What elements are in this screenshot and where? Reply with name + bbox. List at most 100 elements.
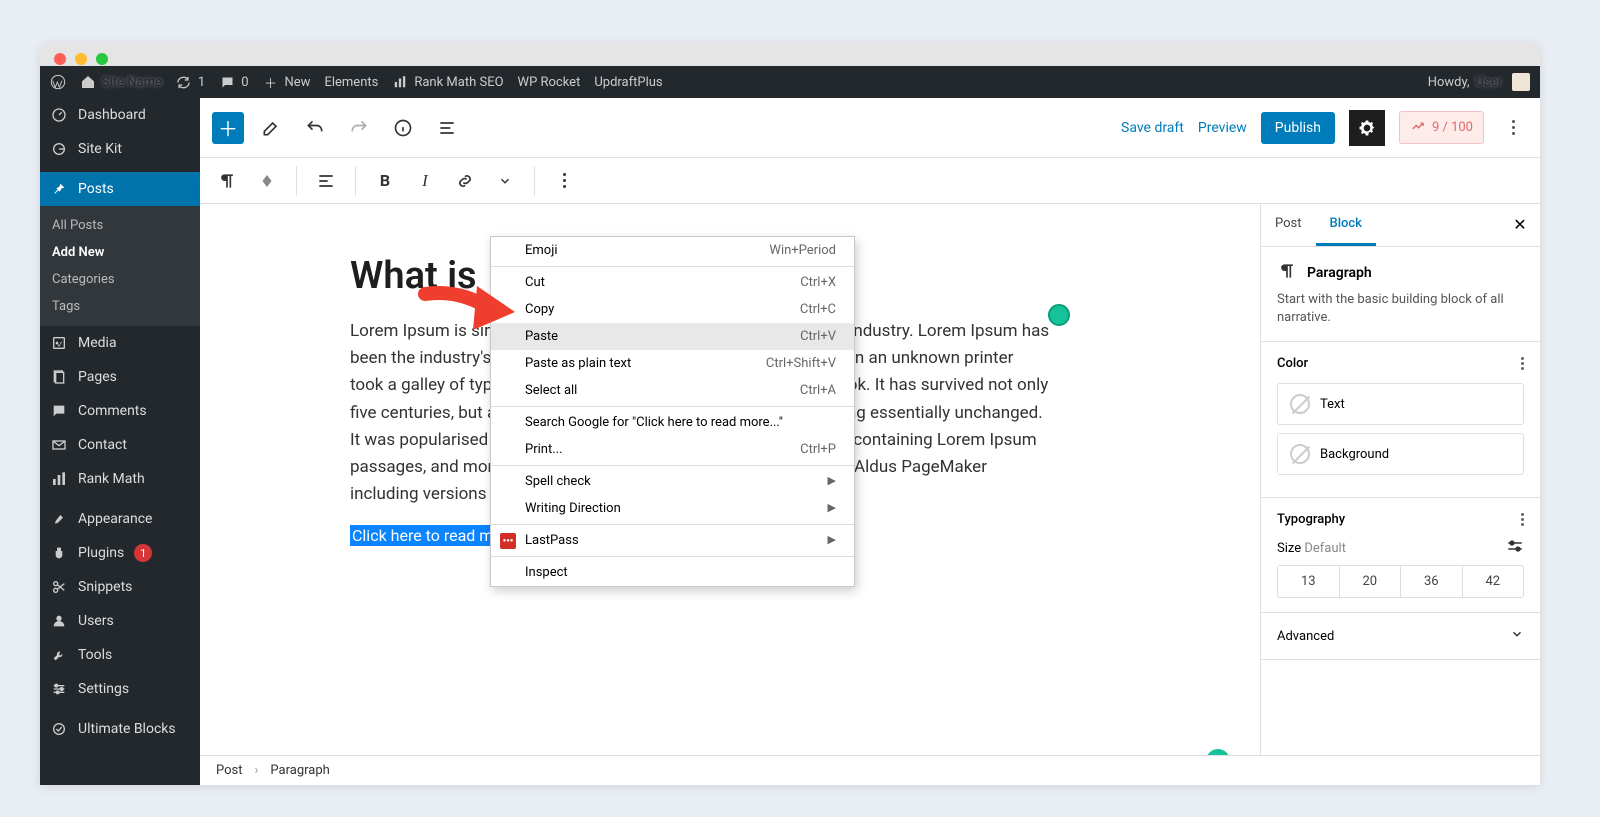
settings-button[interactable] xyxy=(1349,110,1385,146)
comment-icon xyxy=(50,402,68,420)
breadcrumb-block[interactable]: Paragraph xyxy=(270,763,329,778)
comments-count[interactable]: 0 xyxy=(219,74,248,90)
adminbar-updraft[interactable]: UpdraftPlus xyxy=(594,75,662,90)
ctx-paste-plain[interactable]: Paste as plain textCtrl+Shift+V xyxy=(491,350,854,377)
publish-button[interactable]: Publish xyxy=(1261,112,1335,144)
close-panel-button[interactable]: ✕ xyxy=(1508,212,1532,236)
ctx-copy[interactable]: CopyCtrl+C xyxy=(491,296,854,323)
size-20[interactable]: 20 xyxy=(1340,566,1402,597)
howdy[interactable]: Howdy, User xyxy=(1428,75,1502,90)
seo-score-button[interactable]: 9 / 100 xyxy=(1399,111,1484,144)
pin-icon xyxy=(50,180,68,198)
ctx-cut[interactable]: CutCtrl+X xyxy=(491,269,854,296)
info-button[interactable] xyxy=(386,111,420,145)
italic-button[interactable]: I xyxy=(408,164,442,198)
sidebar-appearance[interactable]: Appearance xyxy=(40,502,200,536)
size-36[interactable]: 36 xyxy=(1401,566,1463,597)
adminbar-wprocket[interactable]: WP Rocket xyxy=(518,75,581,90)
paragraph-type-icon[interactable] xyxy=(210,164,244,198)
size-13[interactable]: 13 xyxy=(1278,566,1340,597)
more-format-button[interactable] xyxy=(488,164,522,198)
submenu-categories[interactable]: Categories xyxy=(40,266,200,293)
sidebar-plugins[interactable]: Plugins1 xyxy=(40,536,200,570)
page-icon xyxy=(50,368,68,386)
grammarly-icon[interactable] xyxy=(1048,304,1070,326)
color-options-menu[interactable] xyxy=(1521,357,1524,370)
size-42[interactable]: 42 xyxy=(1463,566,1524,597)
submenu-allposts[interactable]: All Posts xyxy=(40,212,200,239)
sidebar-users[interactable]: Users xyxy=(40,604,200,638)
editor-canvas[interactable]: What is Lorem Ipsum is simply dummy text… xyxy=(200,204,1260,785)
submenu-addnew[interactable]: Add New xyxy=(40,239,200,266)
wp-logo[interactable] xyxy=(50,74,66,90)
sidebar-settings[interactable]: Settings xyxy=(40,672,200,706)
color-heading: Color xyxy=(1277,356,1308,371)
edit-mode-icon[interactable] xyxy=(254,111,288,145)
new-content[interactable]: ＋New xyxy=(263,74,311,90)
sidebar-comments[interactable]: Comments xyxy=(40,394,200,428)
custom-size-button[interactable] xyxy=(1506,539,1524,557)
updates[interactable]: 1 xyxy=(176,74,205,90)
user-avatar[interactable] xyxy=(1512,73,1530,91)
sidebar-tools[interactable]: Tools xyxy=(40,638,200,672)
ctx-select-all[interactable]: Select allCtrl+A xyxy=(491,377,854,404)
chart-icon xyxy=(392,74,408,90)
submenu-arrow-icon: ▶ xyxy=(828,501,836,516)
ctx-paste[interactable]: PasteCtrl+V xyxy=(491,323,854,350)
ctx-emoji[interactable]: EmojiWin+Period xyxy=(491,237,854,264)
submenu-tags[interactable]: Tags xyxy=(40,293,200,320)
chevron-down-icon xyxy=(1510,627,1524,645)
close-window[interactable] xyxy=(54,53,66,65)
sidebar-snippets[interactable]: Snippets xyxy=(40,570,200,604)
tab-post[interactable]: Post xyxy=(1261,204,1316,246)
sidebar-rankmath[interactable]: Rank Math xyxy=(40,462,200,496)
sidebar-dashboard[interactable]: Dashboard xyxy=(40,98,200,132)
ctx-search-google[interactable]: Search Google for "Click here to read mo… xyxy=(491,409,854,436)
redo-button[interactable] xyxy=(342,111,376,145)
adminbar-elements[interactable]: Elements xyxy=(324,75,378,90)
sidebar-media[interactable]: Media xyxy=(40,326,200,360)
block-options-button[interactable] xyxy=(547,164,581,198)
typography-section: Typography Size Default 13 20 36 42 xyxy=(1261,498,1540,613)
maximize-window[interactable] xyxy=(96,53,108,65)
move-block-icon[interactable] xyxy=(250,164,284,198)
editor-top-toolbar: ＋ Save draft Preview Publish 9 / 100 xyxy=(200,98,1540,158)
typography-options-menu[interactable] xyxy=(1521,513,1524,526)
ctx-lastpass[interactable]: •••LastPass▶ xyxy=(491,527,854,554)
ctx-writing-direction[interactable]: Writing Direction▶ xyxy=(491,495,854,522)
wrench-icon xyxy=(50,646,68,664)
wp-body: Dashboard Site Kit Posts All Posts Add N… xyxy=(40,98,1540,785)
tab-block[interactable]: Block xyxy=(1316,204,1376,246)
sidebar-contact[interactable]: Contact xyxy=(40,428,200,462)
sidebar-ultimateblocks[interactable]: Ultimate Blocks xyxy=(40,712,200,746)
sidebar-pages[interactable]: Pages xyxy=(40,360,200,394)
minimize-window[interactable] xyxy=(75,53,87,65)
preview-button[interactable]: Preview xyxy=(1198,120,1247,136)
link-button[interactable] xyxy=(448,164,482,198)
sidebar-sitekit[interactable]: Site Kit xyxy=(40,132,200,166)
ctx-inspect[interactable]: Inspect xyxy=(491,559,854,586)
lastpass-icon: ••• xyxy=(500,533,516,549)
advanced-section[interactable]: Advanced xyxy=(1261,613,1540,660)
background-color-button[interactable]: Background xyxy=(1277,433,1524,475)
refresh-icon xyxy=(176,74,192,90)
undo-button[interactable] xyxy=(298,111,332,145)
save-draft-button[interactable]: Save draft xyxy=(1121,120,1184,136)
add-block-button[interactable]: ＋ xyxy=(212,112,244,144)
editor-area: What is Lorem Ipsum is simply dummy text… xyxy=(200,204,1540,785)
dashboard-icon xyxy=(50,106,68,124)
outline-button[interactable] xyxy=(430,111,464,145)
breadcrumb-post[interactable]: Post xyxy=(216,763,243,778)
more-menu[interactable] xyxy=(1498,120,1528,135)
bold-button[interactable]: B xyxy=(368,164,402,198)
user-icon xyxy=(50,612,68,630)
align-button[interactable] xyxy=(309,164,343,198)
site-home[interactable]: Site Name xyxy=(80,74,162,90)
panel-tabs: Post Block ✕ xyxy=(1261,204,1540,247)
none-swatch-icon xyxy=(1290,394,1310,414)
text-color-button[interactable]: Text xyxy=(1277,383,1524,425)
ctx-print[interactable]: Print...Ctrl+P xyxy=(491,436,854,463)
ctx-spell-check[interactable]: Spell check▶ xyxy=(491,468,854,495)
adminbar-rankmath[interactable]: Rank Math SEO xyxy=(392,74,503,90)
sidebar-posts[interactable]: Posts xyxy=(40,172,200,206)
